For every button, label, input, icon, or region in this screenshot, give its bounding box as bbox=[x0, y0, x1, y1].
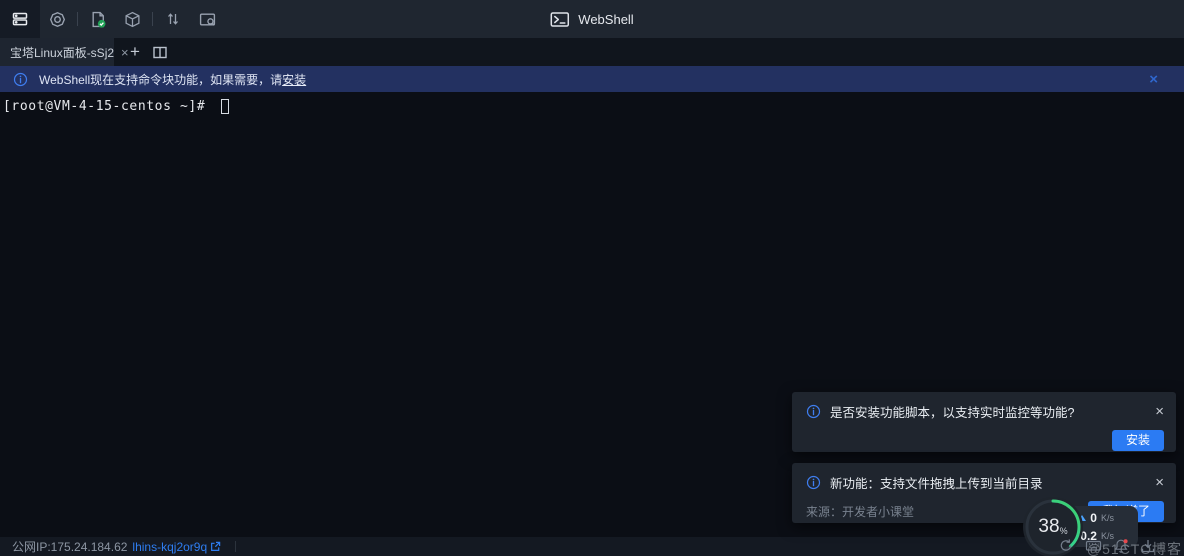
banner-install-link[interactable]: 安装 bbox=[282, 73, 306, 87]
keyboard-icon[interactable] bbox=[1085, 538, 1102, 554]
info-icon bbox=[806, 475, 821, 490]
file-check-icon[interactable] bbox=[81, 0, 115, 38]
new-tab-button[interactable]: + bbox=[130, 42, 140, 62]
terminal-cursor bbox=[221, 99, 229, 114]
panel-list-icon[interactable] bbox=[0, 0, 40, 38]
upload-unit: K/s bbox=[1101, 513, 1114, 523]
terminal-prompt: [root@VM-4-15-centos ~]# bbox=[3, 99, 214, 114]
toast-message: 是否安装功能脚本，以支持实时监控等功能? bbox=[830, 402, 1074, 421]
status-bar: 公网IP:175.24.184.62 lhins-kqj2or9q bbox=[0, 537, 1184, 556]
statusbar-separator bbox=[235, 541, 236, 552]
tab-close-icon[interactable]: × bbox=[121, 46, 129, 59]
upload-value: 0 bbox=[1090, 511, 1097, 525]
external-link-icon bbox=[210, 541, 221, 552]
tab-actions: + bbox=[130, 38, 168, 66]
bottom-right-icons bbox=[1058, 538, 1156, 554]
bell-icon[interactable] bbox=[1113, 538, 1129, 554]
package-icon[interactable] bbox=[115, 0, 149, 38]
tab-bar: 宝塔Linux面板-sSj2 × + bbox=[0, 38, 1184, 66]
notice-banner: WebShell现在支持命令块功能，如果需要，请安装 × bbox=[0, 66, 1184, 92]
banner-close-icon[interactable]: × bbox=[1149, 72, 1158, 87]
restart-icon[interactable] bbox=[1058, 538, 1074, 554]
window-search-icon[interactable] bbox=[190, 0, 224, 38]
toast-message: 新功能：支持文件拖拽上传到当前目录 bbox=[830, 473, 1043, 492]
toast-close-icon[interactable]: × bbox=[1155, 475, 1164, 490]
toast-source: 来源：开发者小课堂 bbox=[806, 503, 914, 520]
instance-link-text: lhins-kqj2or9q bbox=[132, 540, 207, 554]
split-view-icon[interactable] bbox=[152, 45, 168, 60]
sort-arrows-icon[interactable] bbox=[156, 0, 190, 38]
info-icon bbox=[806, 404, 821, 419]
gear-icon[interactable] bbox=[40, 0, 74, 38]
tab-bt-linux-panel[interactable]: 宝塔Linux面板-sSj2 × bbox=[0, 38, 114, 66]
top-toolbar: WebShell bbox=[0, 0, 1184, 38]
webshell-window: WebShell 宝塔Linux面板-sSj2 × + bbox=[0, 0, 1184, 556]
gauge-percent-sign: % bbox=[1060, 526, 1068, 536]
banner-message-text: WebShell现在支持命令块功能，如果需要，请 bbox=[39, 73, 282, 87]
app-title-text: WebShell bbox=[578, 12, 633, 27]
app-title: WebShell bbox=[550, 0, 633, 38]
info-icon bbox=[13, 72, 28, 87]
tab-label: 宝塔Linux面板-sSj2 bbox=[10, 44, 114, 61]
public-ip-label: 公网IP:175.24.184.62 bbox=[12, 538, 127, 555]
instance-link[interactable]: lhins-kqj2or9q bbox=[132, 540, 221, 554]
banner-message: WebShell现在支持命令块功能，如果需要，请安装 bbox=[39, 71, 306, 88]
install-button[interactable]: 安装 bbox=[1112, 430, 1164, 451]
download-icon[interactable] bbox=[1140, 538, 1156, 554]
toast-install-monitor: 是否安装功能脚本，以支持实时监控等功能? × 安装 bbox=[792, 392, 1176, 452]
gauge-percent: 38 bbox=[1038, 516, 1059, 538]
toolbar-separator bbox=[152, 12, 153, 26]
toolbar-separator bbox=[77, 12, 78, 26]
terminal-icon bbox=[550, 11, 569, 28]
toast-close-icon[interactable]: × bbox=[1155, 404, 1164, 419]
